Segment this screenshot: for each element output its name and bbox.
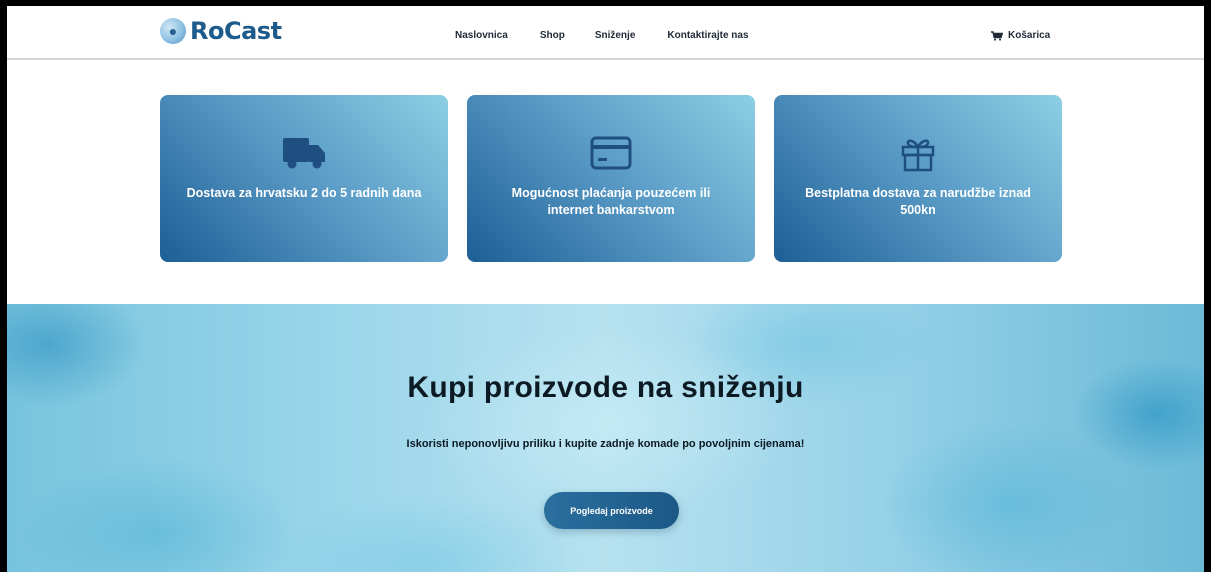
main-nav: Naslovnica Shop Sniženje Kontaktirajte n… <box>455 30 781 41</box>
feature-text: Bestplatna dostava za narudžbe iznad 500… <box>805 186 1031 217</box>
nav-item-kontakt[interactable]: Kontaktirajte nas <box>667 30 748 41</box>
logo-link[interactable]: ● RoCast <box>160 17 282 45</box>
sale-hero-banner: Kupi proizvode na sniženju Iskoristi nep… <box>7 304 1204 572</box>
cart-icon <box>991 30 1003 41</box>
truck-icon <box>281 135 327 171</box>
hero-subtitle: Iskoristi neponovljivu priliku i kupite … <box>406 438 805 450</box>
logo-text: RoCast <box>190 17 282 45</box>
feature-card-payment: Mogućnost plaćanja pouzećem ili internet… <box>467 95 755 262</box>
nav-item-shop[interactable]: Shop <box>540 30 565 41</box>
feature-card-free-shipping: Bestplatna dostava za narudžbe iznad 500… <box>774 95 1062 262</box>
logo-icon: ● <box>160 18 186 44</box>
feature-text: Mogućnost plaćanja pouzećem ili internet… <box>511 186 711 217</box>
nav-item-naslovnica[interactable]: Naslovnica <box>455 30 508 41</box>
nav-item-snizenje[interactable]: Sniženje <box>595 30 636 41</box>
credit-card-icon <box>588 135 634 171</box>
cart-link[interactable]: Košarica <box>991 30 1050 41</box>
page-frame: ● RoCast Naslovnica Shop Sniženje Kontak… <box>0 0 1211 572</box>
view-products-button[interactable]: Pogledaj proizvode <box>544 492 679 529</box>
gift-icon <box>895 135 941 172</box>
feature-card-shipping: Dostava za hrvatsku 2 do 5 radnih dana <box>160 95 448 262</box>
feature-cards: Dostava za hrvatsku 2 do 5 radnih dana M… <box>160 95 1062 262</box>
cart-label: Košarica <box>1008 30 1051 41</box>
feature-text: Dostava za hrvatsku 2 do 5 radnih dana <box>186 186 422 200</box>
hero-title: Kupi proizvode na sniženju <box>407 371 804 404</box>
site-header: ● RoCast Naslovnica Shop Sniženje Kontak… <box>7 6 1204 60</box>
